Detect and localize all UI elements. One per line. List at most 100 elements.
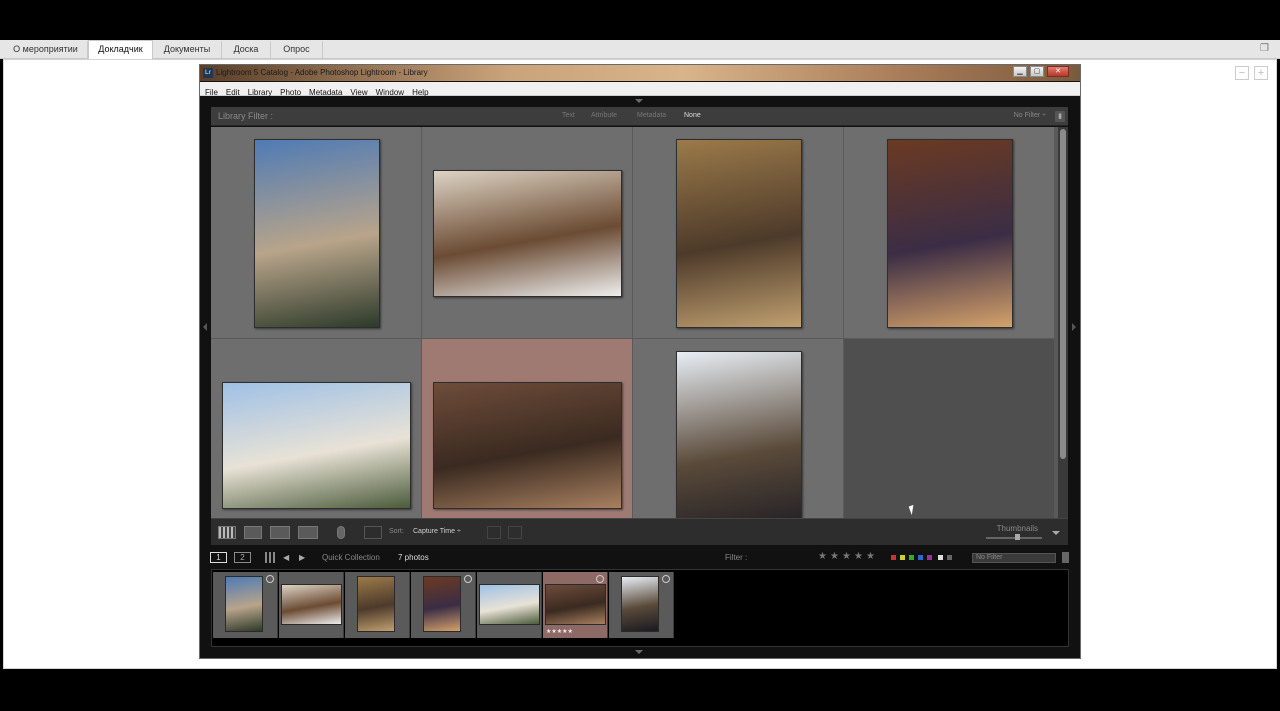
- slider-knob[interactable]: [1015, 534, 1020, 540]
- photo-grid: [211, 127, 1058, 518]
- color-label-blue[interactable]: [918, 555, 923, 560]
- photo-thumbnail[interactable]: [222, 382, 411, 509]
- tab-about-event[interactable]: О мероприятии: [4, 41, 88, 59]
- survey-view-icon[interactable]: [298, 526, 318, 539]
- menu-photo[interactable]: Photo: [277, 86, 304, 100]
- scrollbar-thumb[interactable]: [1060, 129, 1066, 459]
- title-bar: Lr Lightroom 5 Catalog - Adobe Photoshop…: [200, 65, 1080, 81]
- tab-speaker[interactable]: Докладчик: [88, 40, 153, 59]
- filmstrip-filter-select[interactable]: No Filter: [972, 553, 1056, 563]
- filmstrip-cell[interactable]: [213, 572, 278, 638]
- filmstrip-cell[interactable]: [411, 572, 476, 638]
- tab-bar: О мероприятии Докладчик Документы Доска …: [0, 40, 1280, 59]
- photo-thumbnail[interactable]: [676, 139, 802, 328]
- filter-lock-icon[interactable]: [1062, 552, 1069, 563]
- next-arrow-icon[interactable]: ▶: [299, 553, 305, 562]
- grid-cell[interactable]: [211, 127, 422, 339]
- menu-edit[interactable]: Edit: [223, 86, 243, 100]
- grid-cell[interactable]: [211, 339, 422, 518]
- filmstrip-thumbnail[interactable]: [423, 576, 461, 632]
- grid-icon[interactable]: [265, 552, 276, 563]
- compare-view-icon[interactable]: [270, 526, 290, 539]
- grid-cell[interactable]: [633, 127, 844, 339]
- filter-none[interactable]: None: [684, 112, 701, 119]
- filmstrip-cell[interactable]: [345, 572, 410, 638]
- toolbar-menu-icon[interactable]: [1052, 531, 1060, 535]
- grid-cell[interactable]: [844, 127, 1055, 339]
- rotate-left-icon[interactable]: [487, 526, 501, 539]
- color-label-green[interactable]: [909, 555, 914, 560]
- taskbar: [0, 669, 1280, 711]
- rating-stars: ★★★★★: [546, 629, 573, 635]
- star-1-icon[interactable]: ★: [818, 551, 827, 562]
- maximize-button[interactable]: ▢: [1030, 66, 1044, 77]
- photo-thumbnail[interactable]: [676, 351, 802, 518]
- top-panel-toggle-icon[interactable]: [635, 99, 643, 103]
- bottom-panel-toggle-icon[interactable]: [635, 650, 643, 654]
- filmstrip-thumbnail[interactable]: [225, 576, 263, 632]
- star-4-icon[interactable]: ★: [854, 551, 863, 562]
- grid-scrollbar[interactable]: [1058, 127, 1068, 518]
- thumbnail-size-slider[interactable]: [986, 537, 1042, 539]
- filmstrip: ★★★★★: [211, 569, 1069, 647]
- filmstrip-cell[interactable]: [279, 572, 344, 638]
- tab-poll[interactable]: Опрос: [271, 41, 323, 59]
- library-toolbar: Sort: Capture Time ÷ Thumbnails: [211, 518, 1068, 545]
- grid-cell[interactable]: [422, 127, 633, 339]
- photo-count[interactable]: 7 photos: [398, 553, 429, 562]
- filmstrip-cell[interactable]: [477, 572, 542, 638]
- restore-window-icon[interactable]: ❐: [1260, 43, 1272, 54]
- star-5-icon[interactable]: ★: [866, 551, 875, 562]
- filter-preset-select[interactable]: No Filter ÷: [1014, 112, 1046, 119]
- filmstrip-thumbnail[interactable]: [479, 584, 540, 625]
- color-label-purple[interactable]: [927, 555, 932, 560]
- screen-2-button[interactable]: 2: [234, 552, 251, 563]
- photo-thumbnail[interactable]: [433, 170, 622, 297]
- filmstrip-thumbnail[interactable]: [281, 584, 342, 625]
- photo-thumbnail[interactable]: [887, 139, 1013, 328]
- star-3-icon[interactable]: ★: [842, 551, 851, 562]
- menu-window[interactable]: Window: [373, 86, 407, 100]
- rotate-right-icon[interactable]: [508, 526, 522, 539]
- color-label-red[interactable]: [891, 555, 896, 560]
- photo-thumbnail[interactable]: [254, 139, 380, 328]
- minimize-button[interactable]: ▁: [1013, 66, 1027, 77]
- tab-documents[interactable]: Документы: [153, 41, 222, 59]
- color-label-none[interactable]: [947, 555, 952, 560]
- filter-metadata[interactable]: Metadata: [637, 112, 666, 119]
- source-label[interactable]: Quick Collection: [322, 553, 380, 562]
- lock-icon[interactable]: ▮: [1055, 111, 1065, 122]
- painter-icon[interactable]: [337, 526, 345, 539]
- sort-label: Sort:: [389, 528, 404, 535]
- filmstrip-thumbnail[interactable]: [545, 584, 606, 625]
- close-button[interactable]: ✕: [1047, 66, 1069, 77]
- star-2-icon[interactable]: ★: [830, 551, 839, 562]
- menu-file[interactable]: File: [202, 86, 221, 100]
- filmstrip-cell[interactable]: [609, 572, 674, 638]
- sort-direction-icon[interactable]: [364, 526, 382, 539]
- screen-1-button[interactable]: 1: [210, 552, 227, 563]
- tab-board[interactable]: Доска: [222, 41, 271, 59]
- zoom-in-button[interactable]: +: [1254, 66, 1268, 80]
- sort-select[interactable]: Capture Time ÷: [413, 528, 461, 535]
- grid-cell-selected[interactable]: [422, 339, 633, 518]
- loupe-view-icon[interactable]: [244, 526, 262, 539]
- filmstrip-cell-selected[interactable]: ★★★★★: [543, 572, 608, 638]
- left-panel-toggle-icon[interactable]: [203, 323, 207, 331]
- zoom-out-button[interactable]: −: [1235, 66, 1249, 80]
- grid-view-icon[interactable]: [218, 526, 236, 539]
- color-label-yellow[interactable]: [900, 555, 905, 560]
- photo-thumbnail[interactable]: [433, 382, 622, 509]
- filter-attribute[interactable]: Attribute: [591, 112, 617, 119]
- grid-cell[interactable]: [633, 339, 844, 518]
- color-label-white[interactable]: [938, 555, 943, 560]
- menu-library[interactable]: Library: [245, 86, 275, 100]
- menu-metadata[interactable]: Metadata: [306, 86, 345, 100]
- filmstrip-thumbnail[interactable]: [621, 576, 659, 632]
- filter-text[interactable]: Text: [562, 112, 575, 119]
- right-panel-toggle-icon[interactable]: [1072, 323, 1076, 331]
- filmstrip-thumbnail[interactable]: [357, 576, 395, 632]
- menu-view[interactable]: View: [347, 86, 370, 100]
- prev-arrow-icon[interactable]: ◀: [283, 553, 289, 562]
- menu-help[interactable]: Help: [409, 86, 431, 100]
